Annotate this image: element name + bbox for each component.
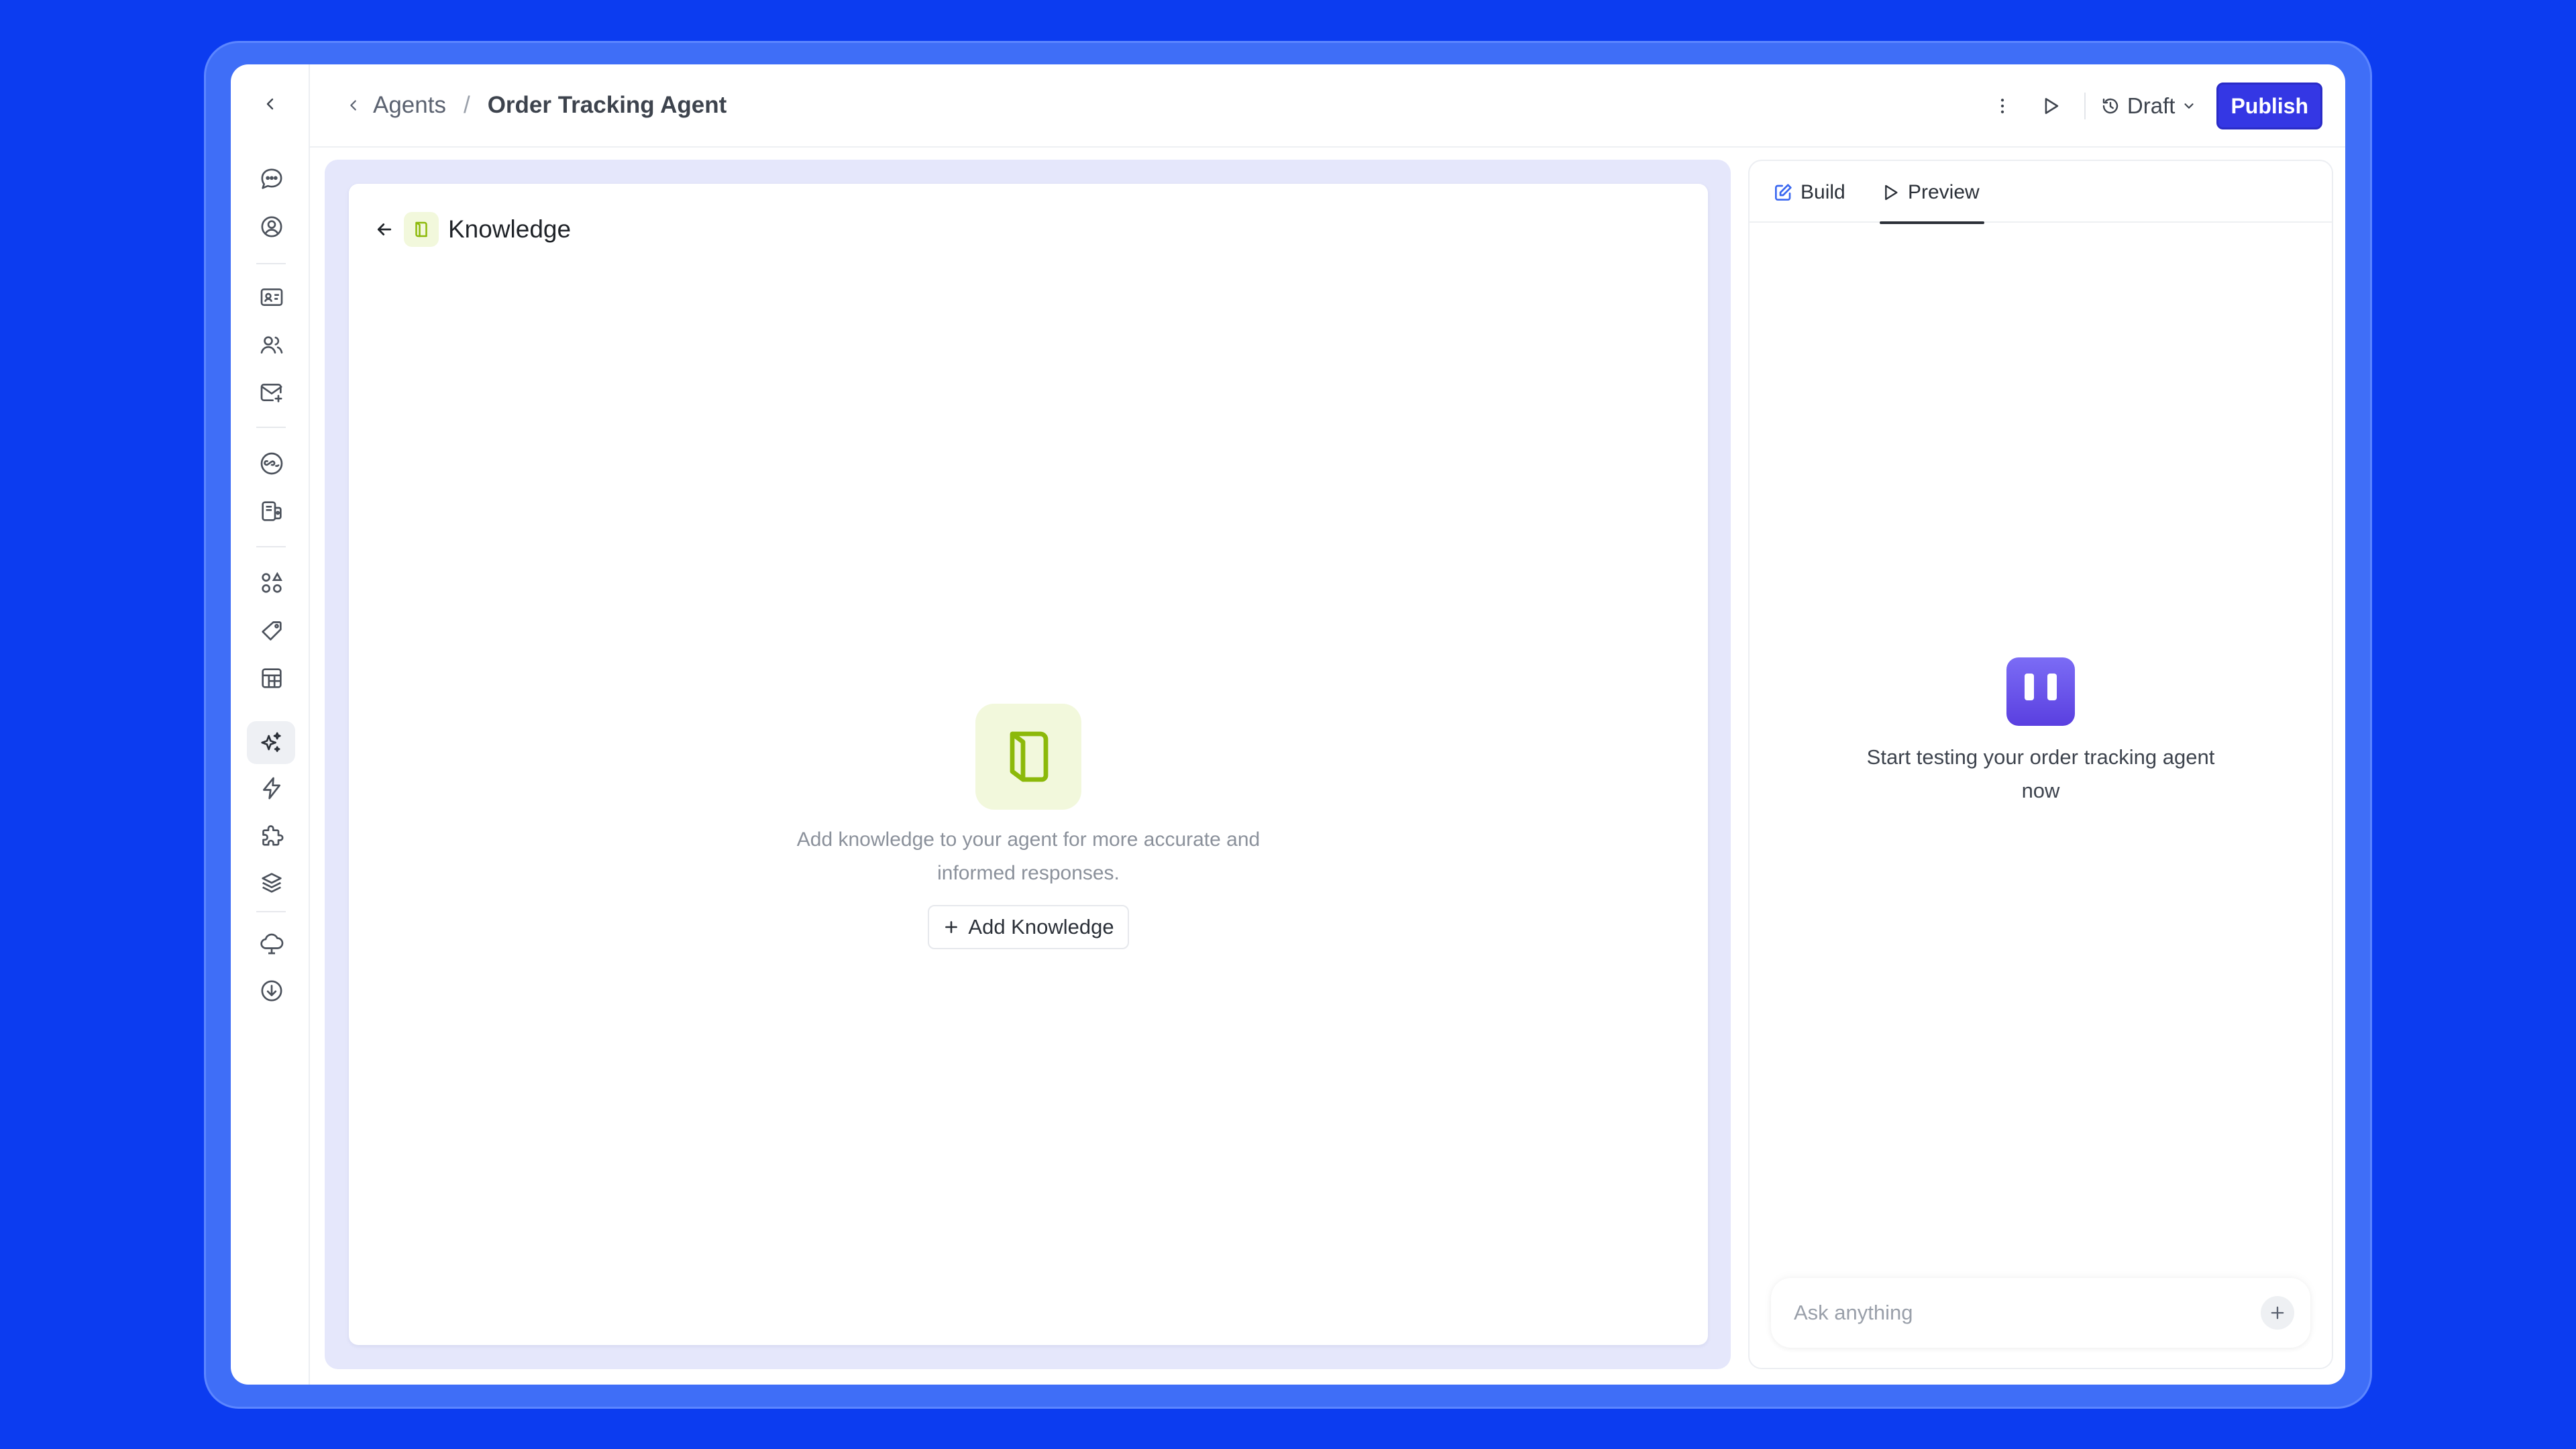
knowledge-title: Knowledge [448,215,572,243]
breadcrumb-agents-link[interactable]: Agents [373,92,446,119]
chat-input-bar [1771,1278,2310,1348]
ask-input[interactable] [1794,1301,2261,1325]
add-knowledge-label: Add Knowledge [968,915,1114,938]
sidebar-item-inbox[interactable] [255,376,288,409]
book-icon [1010,731,1049,782]
sidebar-item-tags[interactable] [255,614,288,647]
download-icon [261,980,282,1002]
sidebar-item-contacts[interactable] [255,280,288,314]
toolbar-divider [2084,93,2086,119]
edit-icon [1775,184,1792,201]
table-icon [262,668,282,688]
sidebar-item-integrations[interactable] [255,447,288,480]
infinity-icon [260,452,283,475]
mail-icon [260,384,282,402]
publish-button[interactable]: Publish [2216,83,2322,129]
attach-button[interactable] [2261,1296,2294,1330]
start-testing-text: Start testing your order tracking agent … [1866,745,2215,802]
apps-icon [262,572,282,593]
sidebar-item-apps[interactable] [255,566,288,600]
book-icon [415,221,427,237]
tab-build[interactable]: Build [1772,181,1845,204]
knowledge-empty-icon [975,704,1081,810]
tab-build-label: Build [1801,181,1845,203]
collapse-sidebar-button[interactable] [256,90,284,118]
breadcrumb-separator: / [463,92,470,118]
chevron-down-icon [2184,103,2194,109]
sidebar-divider [256,546,286,547]
sidebar-divider [256,427,286,428]
more-options-button[interactable] [1984,87,2021,125]
top-actions: Draft Publish [1984,82,2322,130]
sidebar-item-ai-agents[interactable] [247,721,295,764]
sidebar [231,64,310,1385]
more-vertical-icon [2000,99,2004,113]
tag-icon [262,621,282,641]
arrow-left-icon [377,223,392,235]
knowledge-header: Knowledge [374,212,571,247]
chevron-left-icon [266,98,274,110]
history-icon [2102,98,2118,114]
puzzle-icon [262,825,284,846]
sidebar-item-downloads[interactable] [255,974,288,1008]
tab-preview-label: Preview [1908,181,1980,203]
sidebar-item-tables[interactable] [255,661,288,695]
sidebar-item-automations[interactable] [255,771,288,805]
layers-icon [262,873,282,893]
users-icon [260,336,283,354]
empty-state-text: Add knowledge to your agent for more acc… [796,828,1260,884]
sidebar-item-cloud[interactable] [255,926,288,960]
plus-icon [2271,1306,2284,1320]
preview-empty-state: Start testing your order tracking agent … [1750,657,2332,808]
tab-preview[interactable]: Preview [1880,181,1980,204]
app-window: Agents / Order Tracking Agent Draft Publ… [231,64,2345,1385]
play-icon [1885,184,1898,201]
version-dropdown[interactable]: Draft [2100,93,2197,119]
top-bar: Agents / Order Tracking Agent Draft Publ… [310,64,2345,148]
preview-tabs: Build Preview [1750,161,2332,224]
kiosk-icon [262,501,282,521]
chevron-left-icon[interactable] [346,98,361,113]
builder-canvas: Knowledge Add knowledge to your agent fo… [325,160,1731,1369]
contact-card-icon [260,288,283,306]
knowledge-empty-state: Add knowledge to your agent for more acc… [349,704,1708,949]
sidebar-item-kiosk[interactable] [255,494,288,528]
cloud-icon [260,933,284,955]
sidebar-item-profile[interactable] [255,210,288,244]
bolt-icon [263,777,280,800]
draft-label: Draft [2127,93,2176,118]
preview-panel: Build Preview Start testing your order t… [1748,160,2333,1369]
knowledge-panel: Knowledge Add knowledge to your agent fo… [349,184,1708,1345]
sidebar-item-chat[interactable] [255,162,288,196]
knowledge-badge [404,212,439,247]
sidebar-item-knowledge[interactable] [255,866,288,900]
breadcrumb: Agents / Order Tracking Agent [346,90,727,121]
sidebar-divider [256,263,286,264]
chat-bubble-icon [261,168,282,189]
back-button[interactable] [374,219,394,239]
add-knowledge-button[interactable]: Add Knowledge [928,905,1129,949]
sidebar-divider [256,911,286,912]
agent-logo [2006,657,2075,726]
play-icon [2045,98,2059,114]
page-title: Order Tracking Agent [487,92,727,118]
user-circle-icon [261,216,282,237]
plus-icon [945,921,958,933]
sidebar-item-users[interactable] [255,328,288,362]
run-button[interactable] [2032,87,2070,125]
sidebar-item-plugins[interactable] [255,819,288,853]
active-tab-indicator [1880,221,1984,224]
sparkles-icon [261,732,281,752]
